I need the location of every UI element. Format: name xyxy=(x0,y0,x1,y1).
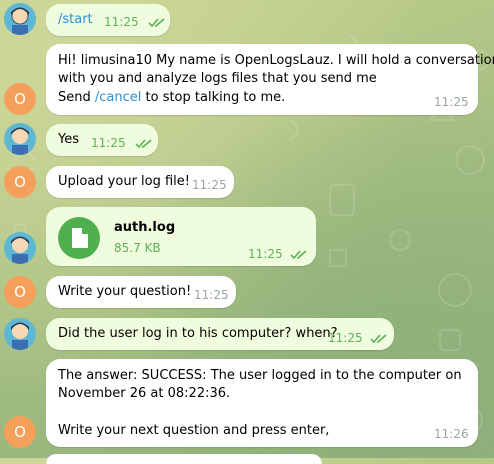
message-time: 11:25 xyxy=(248,247,283,261)
message-time: 11:26 xyxy=(434,427,469,441)
message-text-line: with you and analyze logs files that you… xyxy=(58,71,377,86)
message-time: 11:25 xyxy=(104,15,139,29)
bot-avatar[interactable]: O xyxy=(4,276,36,308)
message-text: Did the user log in to his computer? whe… xyxy=(58,326,338,341)
message-text-line: Send /cancel to stop talking to me. xyxy=(58,90,285,105)
file-name[interactable]: auth.log xyxy=(114,220,175,235)
message-time: 11:25 xyxy=(434,95,469,109)
user-avatar[interactable] xyxy=(4,3,36,35)
text-segment: to stop talking to me. xyxy=(141,90,286,105)
message-text: Upload your log file! xyxy=(58,174,191,189)
message-text: Write your question! xyxy=(58,284,192,299)
message-text-line: November 26 at 08:22:36. xyxy=(58,386,231,401)
cancel-command-link[interactable]: /cancel xyxy=(95,90,142,105)
message-bubble-incoming-partial[interactable] xyxy=(46,454,322,464)
message-time: 11:25 xyxy=(328,331,363,345)
text-segment: Send xyxy=(58,90,95,105)
message-bubble-incoming[interactable]: The answer: SUCCESS: The user logged in … xyxy=(46,359,478,447)
message-bubble-incoming[interactable]: Write your question! 11:25 xyxy=(46,276,236,308)
message-text-line: The answer: SUCCESS: The user logged in … xyxy=(58,368,462,383)
double-check-icon xyxy=(370,334,387,344)
message-time: 11:25 xyxy=(194,288,229,302)
message-bubble-outgoing[interactable]: Did the user log in to his computer? whe… xyxy=(46,318,394,350)
user-avatar[interactable] xyxy=(4,232,36,264)
message-bubble-outgoing[interactable]: /start 11:25 xyxy=(46,4,170,36)
message-text-line: Write your next question and press enter… xyxy=(58,423,330,438)
bot-avatar[interactable]: O xyxy=(4,166,36,198)
double-check-icon xyxy=(148,18,165,28)
file-size: 85.7 KB xyxy=(114,241,161,255)
double-check-icon xyxy=(135,139,152,149)
double-check-icon xyxy=(290,250,307,260)
message-text: Yes xyxy=(58,132,79,147)
message-text-line: Hi! limusina10 My name is OpenLogsLauz. … xyxy=(58,53,494,68)
message-text[interactable]: /start xyxy=(58,12,93,27)
message-time: 11:25 xyxy=(91,136,126,150)
message-bubble-incoming[interactable]: Hi! limusina10 My name is OpenLogsLauz. … xyxy=(46,44,494,115)
bot-avatar[interactable]: O xyxy=(4,416,36,448)
file-icon[interactable] xyxy=(58,217,100,259)
message-bubble-incoming[interactable]: Upload your log file! 11:25 xyxy=(46,166,234,198)
file-message-bubble[interactable]: auth.log 85.7 KB 11:25 xyxy=(46,207,316,266)
user-avatar[interactable] xyxy=(4,123,36,155)
bot-avatar[interactable]: O xyxy=(4,83,36,115)
message-time: 11:25 xyxy=(192,178,227,192)
message-bubble-outgoing[interactable]: Yes 11:25 xyxy=(46,124,158,156)
user-avatar[interactable] xyxy=(4,318,36,350)
